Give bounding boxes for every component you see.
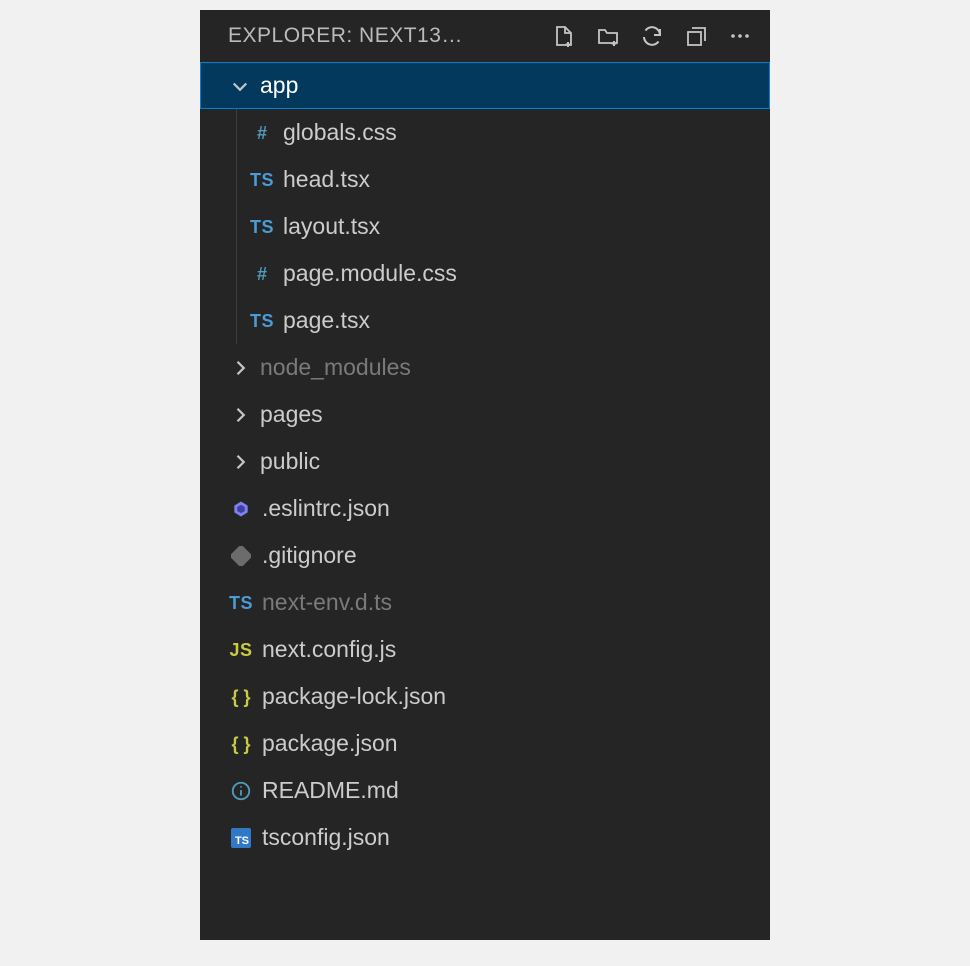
file-page-module-css[interactable]: # page.module.css [237, 250, 770, 297]
file-tree: app # globals.css TS head.tsx TS layout.… [200, 62, 770, 940]
file-label: layout.tsx [279, 215, 380, 238]
file-eslintrc-json[interactable]: .eslintrc.json [200, 485, 770, 532]
more-icon[interactable] [728, 24, 752, 48]
explorer-title: EXPLORER: NEXT13… [228, 24, 542, 48]
file-gitignore[interactable]: .gitignore [200, 532, 770, 579]
file-package-json[interactable]: { } package.json [200, 720, 770, 767]
file-package-lock-json[interactable]: { } package-lock.json [200, 673, 770, 720]
file-label: page.module.css [279, 262, 457, 285]
file-label: README.md [258, 779, 399, 802]
file-label: tsconfig.json [258, 826, 390, 849]
css-icon: # [245, 124, 279, 142]
json-icon: { } [224, 735, 258, 753]
new-folder-icon[interactable] [596, 24, 620, 48]
js-icon: JS [224, 641, 258, 659]
ts-icon: TS [224, 594, 258, 612]
folder-public[interactable]: public [200, 438, 770, 485]
file-next-env-dts[interactable]: TS next-env.d.ts [200, 579, 770, 626]
folder-app[interactable]: app [200, 62, 770, 109]
folder-node-modules[interactable]: node_modules [200, 344, 770, 391]
file-label: page.tsx [279, 309, 370, 332]
chevron-down-icon [224, 76, 256, 96]
explorer-header: EXPLORER: NEXT13… [200, 10, 770, 62]
file-label: head.tsx [279, 168, 370, 191]
file-page-tsx[interactable]: TS page.tsx [237, 297, 770, 344]
file-label: .eslintrc.json [258, 497, 390, 520]
file-head-tsx[interactable]: TS head.tsx [237, 156, 770, 203]
file-label: package-lock.json [258, 685, 446, 708]
folder-label: node_modules [256, 356, 411, 379]
eslint-icon [224, 499, 258, 519]
explorer-actions [552, 24, 752, 48]
json-icon: { } [224, 688, 258, 706]
file-label: next-env.d.ts [258, 591, 392, 614]
explorer-panel: EXPLORER: NEXT13… [200, 10, 770, 940]
ts-icon: TS [245, 171, 279, 189]
ts-icon: TS [245, 218, 279, 236]
file-globals-css[interactable]: # globals.css [237, 109, 770, 156]
chevron-right-icon [224, 405, 256, 425]
tsconfig-icon: TS [224, 828, 258, 848]
css-icon: # [245, 265, 279, 283]
info-icon [224, 780, 258, 802]
chevron-right-icon [224, 452, 256, 472]
collapse-all-icon[interactable] [684, 24, 708, 48]
file-label: .gitignore [258, 544, 357, 567]
folder-label: pages [256, 403, 323, 426]
tree-indent-guide: # globals.css TS head.tsx TS layout.tsx … [236, 109, 770, 344]
file-tsconfig-json[interactable]: TS tsconfig.json [200, 814, 770, 861]
file-label: next.config.js [258, 638, 396, 661]
git-icon [224, 546, 258, 566]
folder-pages[interactable]: pages [200, 391, 770, 438]
new-file-icon[interactable] [552, 24, 576, 48]
file-layout-tsx[interactable]: TS layout.tsx [237, 203, 770, 250]
folder-label: public [256, 450, 320, 473]
folder-label: app [256, 74, 298, 97]
file-next-config-js[interactable]: JS next.config.js [200, 626, 770, 673]
file-label: package.json [258, 732, 398, 755]
file-readme-md[interactable]: README.md [200, 767, 770, 814]
chevron-right-icon [224, 358, 256, 378]
file-label: globals.css [279, 121, 397, 144]
refresh-icon[interactable] [640, 24, 664, 48]
ts-icon: TS [245, 312, 279, 330]
